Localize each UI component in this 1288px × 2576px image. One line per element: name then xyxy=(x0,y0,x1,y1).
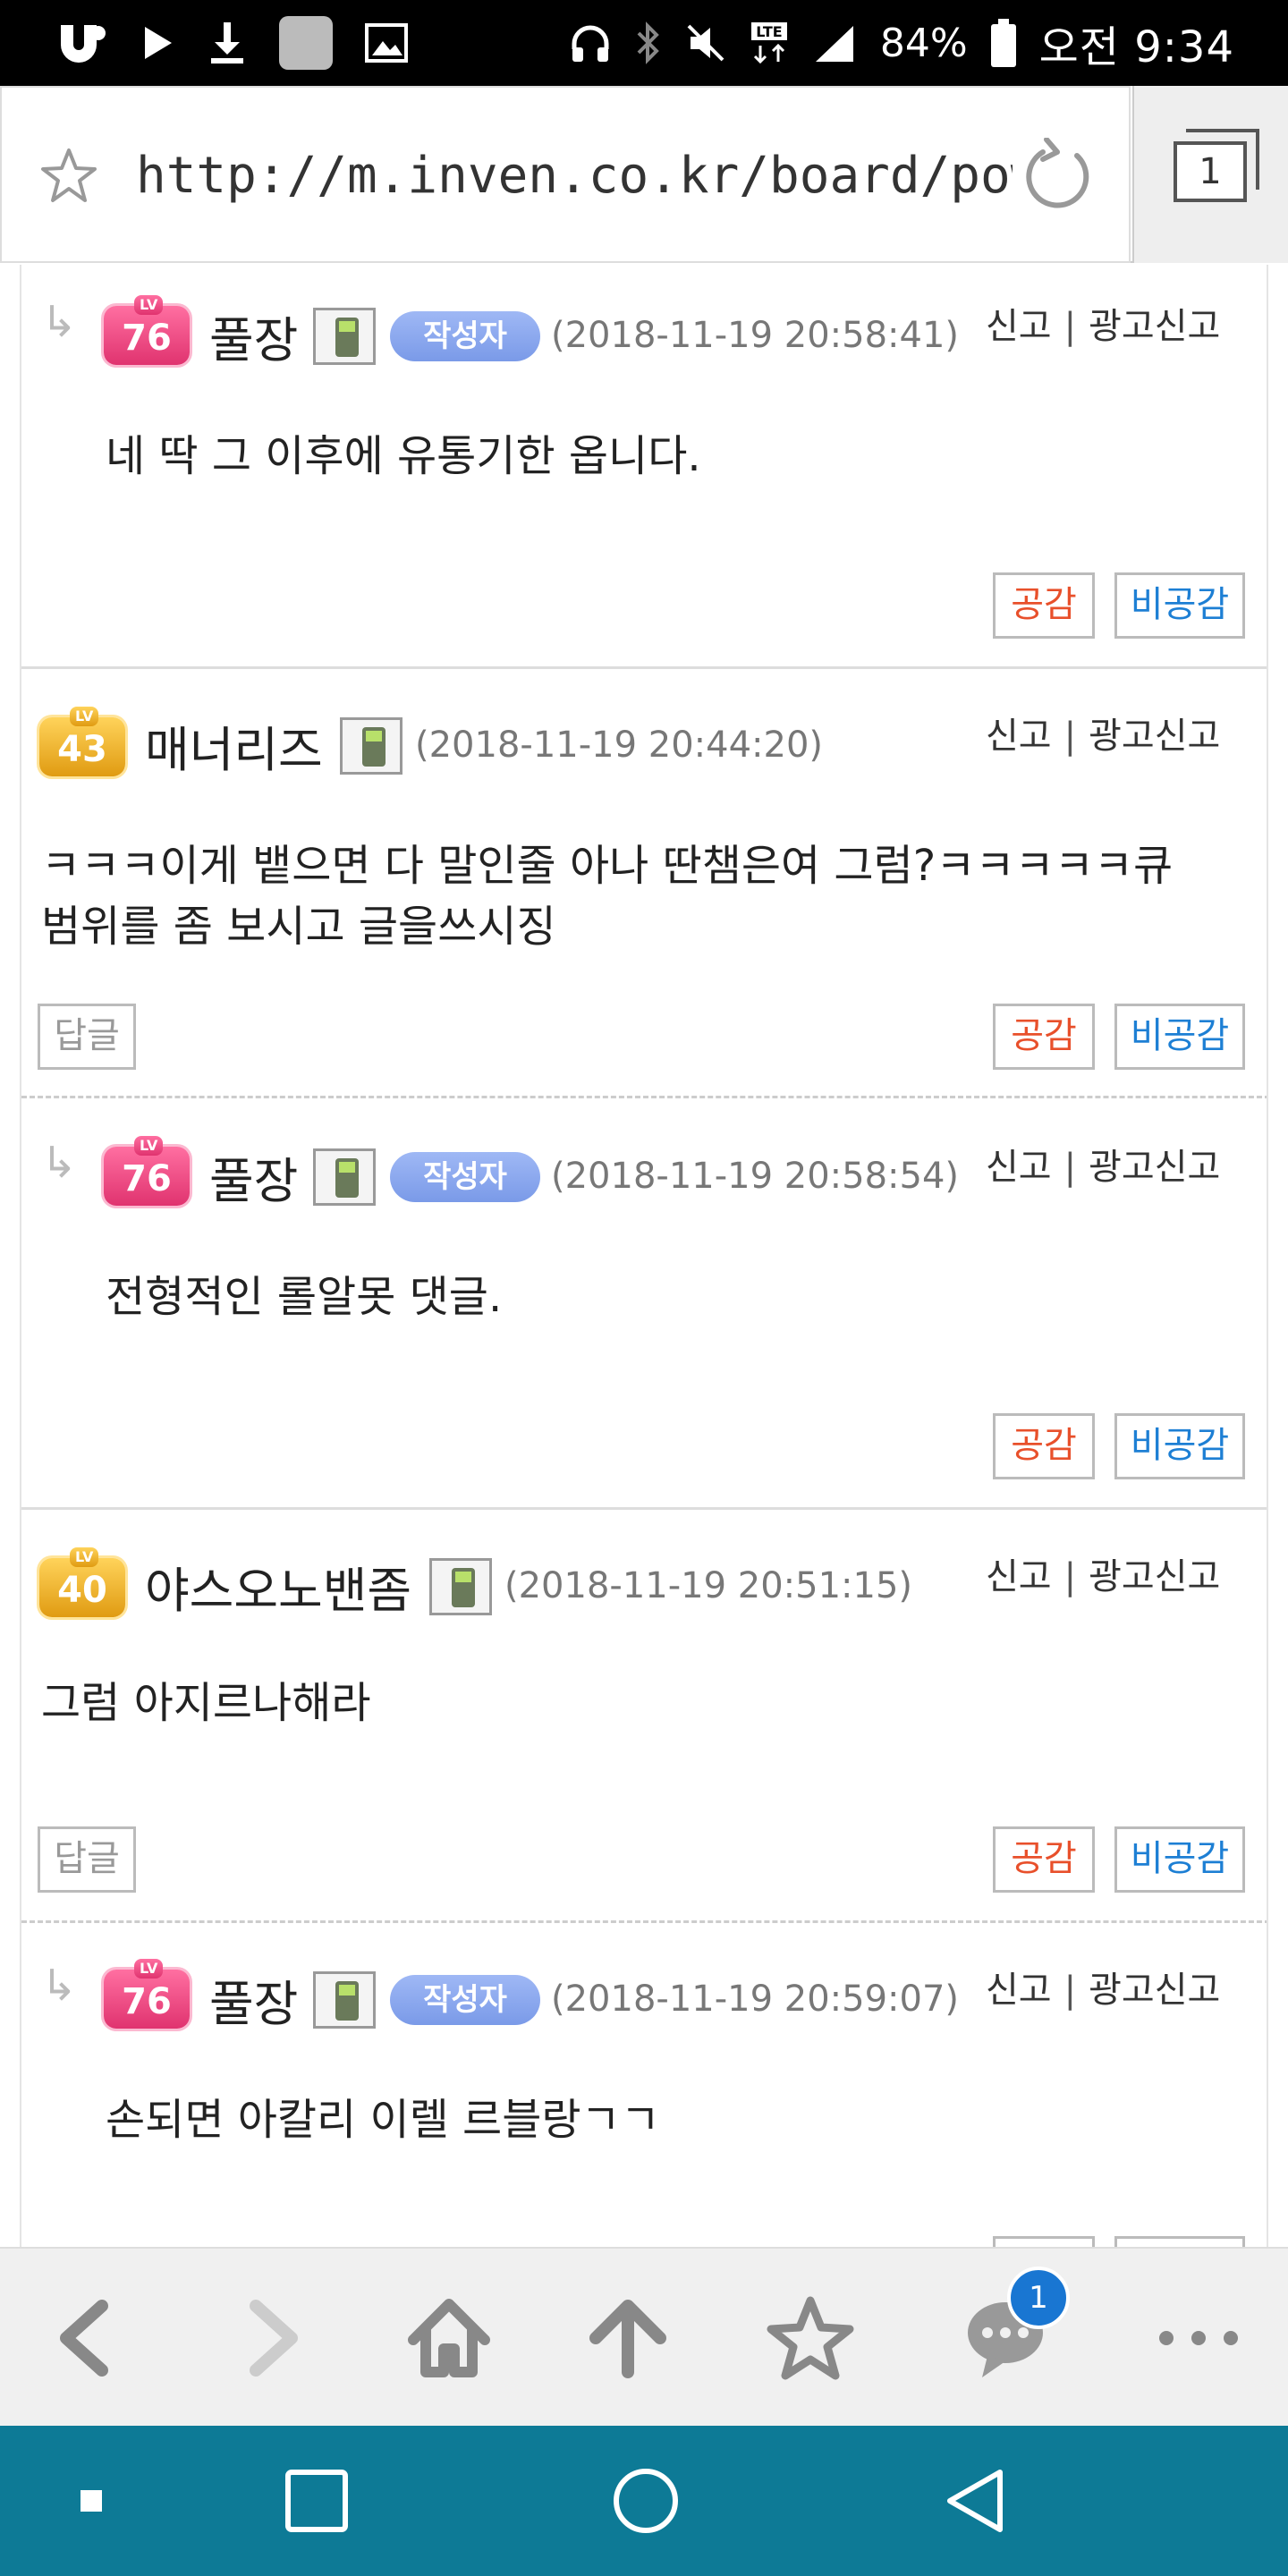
report-links: 신고 | 광고신고 xyxy=(986,306,1221,347)
home-circle-icon[interactable] xyxy=(610,2465,682,2537)
address-box[interactable]: http://m.inven.co.kr/board/power xyxy=(0,86,1131,263)
reply-arrow-icon: ↳ xyxy=(41,297,78,347)
forward-icon[interactable] xyxy=(225,2293,315,2383)
level-badge: LV 76 xyxy=(104,1136,190,1206)
reload-icon[interactable] xyxy=(1021,138,1098,215)
mobile-phone-icon xyxy=(313,308,376,365)
report-links: 신고 | 광고신고 xyxy=(986,716,1221,757)
comment-text: 네 딱 그 이후에 유통기한 옵니다. xyxy=(106,431,701,481)
like-button[interactable]: 공감 xyxy=(993,2236,1095,2247)
nickname[interactable]: 매너리즈 xyxy=(145,710,323,781)
overview-icon[interactable] xyxy=(281,2465,352,2537)
comment-item: ↳ LV 76 풀장 작성자 (2018-11-19 20:59:07) 신고 | 광… xyxy=(21,1925,1267,2247)
tabs-button[interactable]: 1 xyxy=(1132,86,1288,263)
author-badge: 작성자 xyxy=(390,1975,540,2025)
mobile-phone-icon xyxy=(340,717,402,775)
level-badge: LV 76 xyxy=(104,1959,190,2029)
report-link[interactable]: 신고 xyxy=(986,1556,1052,1597)
comment-item: LV 43 매너리즈 (2018-11-19 20:44:20) 신고 | 광고신고 … xyxy=(21,671,1267,1098)
report-links: 신고 | 광고신고 xyxy=(986,1556,1221,1597)
mobile-phone-icon xyxy=(313,1148,376,1206)
reply-button[interactable]: 답글 xyxy=(38,1826,136,1893)
ad-report-link[interactable]: 광고신고 xyxy=(1089,716,1220,757)
comment-date: (2018-11-19 20:58:41) xyxy=(551,315,960,356)
mute-icon xyxy=(687,24,724,62)
scroll-top-icon[interactable] xyxy=(583,2293,673,2383)
svg-text:LTE: LTE xyxy=(756,23,782,40)
reply-arrow-icon: ↳ xyxy=(41,1961,78,2011)
comment-item: ↳ LV 76 풀장 작성자 (2018-11-19 20:58:41) 신고 | 광… xyxy=(21,265,1267,669)
level-badge: LV 76 xyxy=(104,295,190,365)
signal-icon xyxy=(815,26,853,62)
ad-report-link[interactable]: 광고신고 xyxy=(1089,1556,1220,1597)
comment-list[interactable]: ↳ LV 76 풀장 작성자 (2018-11-19 20:58:41) 신고 | 광… xyxy=(20,265,1268,2247)
browser-toolbar: 1 xyxy=(0,2247,1288,2426)
comment-date: (2018-11-19 20:58:54) xyxy=(551,1156,960,1197)
author-badge: 작성자 xyxy=(390,1152,540,1202)
back-triangle-icon[interactable] xyxy=(941,2465,1013,2537)
level-badge: LV 40 xyxy=(39,1547,125,1617)
square-app-icon xyxy=(279,16,333,70)
level-badge: LV 43 xyxy=(39,707,125,776)
tab-count: 1 xyxy=(1174,141,1247,202)
author-badge: 작성자 xyxy=(390,311,540,361)
clock: 오전 9:34 xyxy=(1038,22,1234,72)
chat-badge: 1 xyxy=(1007,2267,1070,2329)
comment-text: ㅋㅋㅋ이게 뱉으면 다 말인줄 아나 딴챔은여 그럼?ㅋㅋㅋㅋㅋ큐 범위를 좀 보… xyxy=(41,841,1174,952)
back-icon[interactable] xyxy=(43,2293,132,2383)
battery-percent: 84% xyxy=(879,20,968,66)
lte-icon: LTE xyxy=(750,22,787,64)
url-bar: http://m.inven.co.kr/board/power 1 xyxy=(0,86,1288,263)
nickname[interactable]: 풀장 xyxy=(209,301,298,371)
reply-button[interactable]: 답글 xyxy=(38,1004,136,1070)
image-icon xyxy=(365,23,408,63)
mobile-phone-icon xyxy=(429,1558,492,1615)
comment-text: 전형적인 롤알못 댓글. xyxy=(106,1272,503,1322)
report-links: 신고 | 광고신고 xyxy=(986,1147,1221,1188)
report-link[interactable]: 신고 xyxy=(986,1147,1052,1188)
comment-item: LV 40 야스오노밴좀 (2018-11-19 20:51:15) 신고 | 광고신… xyxy=(21,1512,1267,1923)
comment-item: ↳ LV 76 풀장 작성자 (2018-11-19 20:58:54) 신고 | 광… xyxy=(21,1100,1267,1510)
bookmark-icon[interactable] xyxy=(766,2293,855,2383)
battery-icon xyxy=(990,19,1016,67)
bluetooth-icon xyxy=(637,21,659,64)
dislike-button[interactable]: 비공감 xyxy=(1114,1413,1245,1479)
url-text[interactable]: http://m.inven.co.kr/board/power xyxy=(136,136,1013,216)
comment-text: 그럼 아지르나해라 xyxy=(41,1678,371,1728)
dislike-button[interactable]: 비공감 xyxy=(1114,572,1245,639)
home-icon[interactable] xyxy=(404,2293,494,2383)
dislike-button[interactable]: 비공감 xyxy=(1114,1826,1245,1893)
nickname[interactable]: 풀장 xyxy=(209,1141,298,1212)
like-button[interactable]: 공감 xyxy=(993,572,1095,639)
comment-text: 손되면 아칼리 이렐 르블랑ㄱㄱ xyxy=(106,2095,660,2145)
app-icon xyxy=(61,25,106,63)
system-nav-bar xyxy=(0,2426,1288,2576)
play-icon xyxy=(145,27,172,59)
report-link[interactable]: 신고 xyxy=(986,716,1052,757)
recent-dot-icon[interactable] xyxy=(55,2465,127,2537)
status-bar: LTE 84% 오전 9:34 xyxy=(0,0,1288,86)
mobile-phone-icon xyxy=(313,1971,376,2029)
comment-date: (2018-11-19 20:51:15) xyxy=(504,1565,913,1606)
report-link[interactable]: 신고 xyxy=(986,306,1052,347)
dislike-button[interactable]: 비공감 xyxy=(1114,2236,1245,2247)
ad-report-link[interactable]: 광고신고 xyxy=(1089,306,1220,347)
more-icon[interactable] xyxy=(1154,2293,1243,2383)
nickname[interactable]: 풀장 xyxy=(209,1964,298,2035)
report-links: 신고 | 광고신고 xyxy=(986,1970,1221,2011)
download-icon xyxy=(211,22,243,64)
comment-date: (2018-11-19 20:59:07) xyxy=(551,1979,960,2020)
like-button[interactable]: 공감 xyxy=(993,1004,1095,1070)
nickname[interactable]: 야스오노밴좀 xyxy=(145,1551,411,1622)
reply-arrow-icon: ↳ xyxy=(41,1138,78,1188)
report-link[interactable]: 신고 xyxy=(986,1970,1052,2011)
comment-date: (2018-11-19 20:44:20) xyxy=(415,724,824,766)
dislike-button[interactable]: 비공감 xyxy=(1114,1004,1245,1070)
headphones-icon xyxy=(572,25,609,62)
bookmark-star-icon[interactable] xyxy=(39,147,98,206)
ad-report-link[interactable]: 광고신고 xyxy=(1089,1147,1220,1188)
ad-report-link[interactable]: 광고신고 xyxy=(1089,1970,1220,2011)
like-button[interactable]: 공감 xyxy=(993,1413,1095,1479)
like-button[interactable]: 공감 xyxy=(993,1826,1095,1893)
